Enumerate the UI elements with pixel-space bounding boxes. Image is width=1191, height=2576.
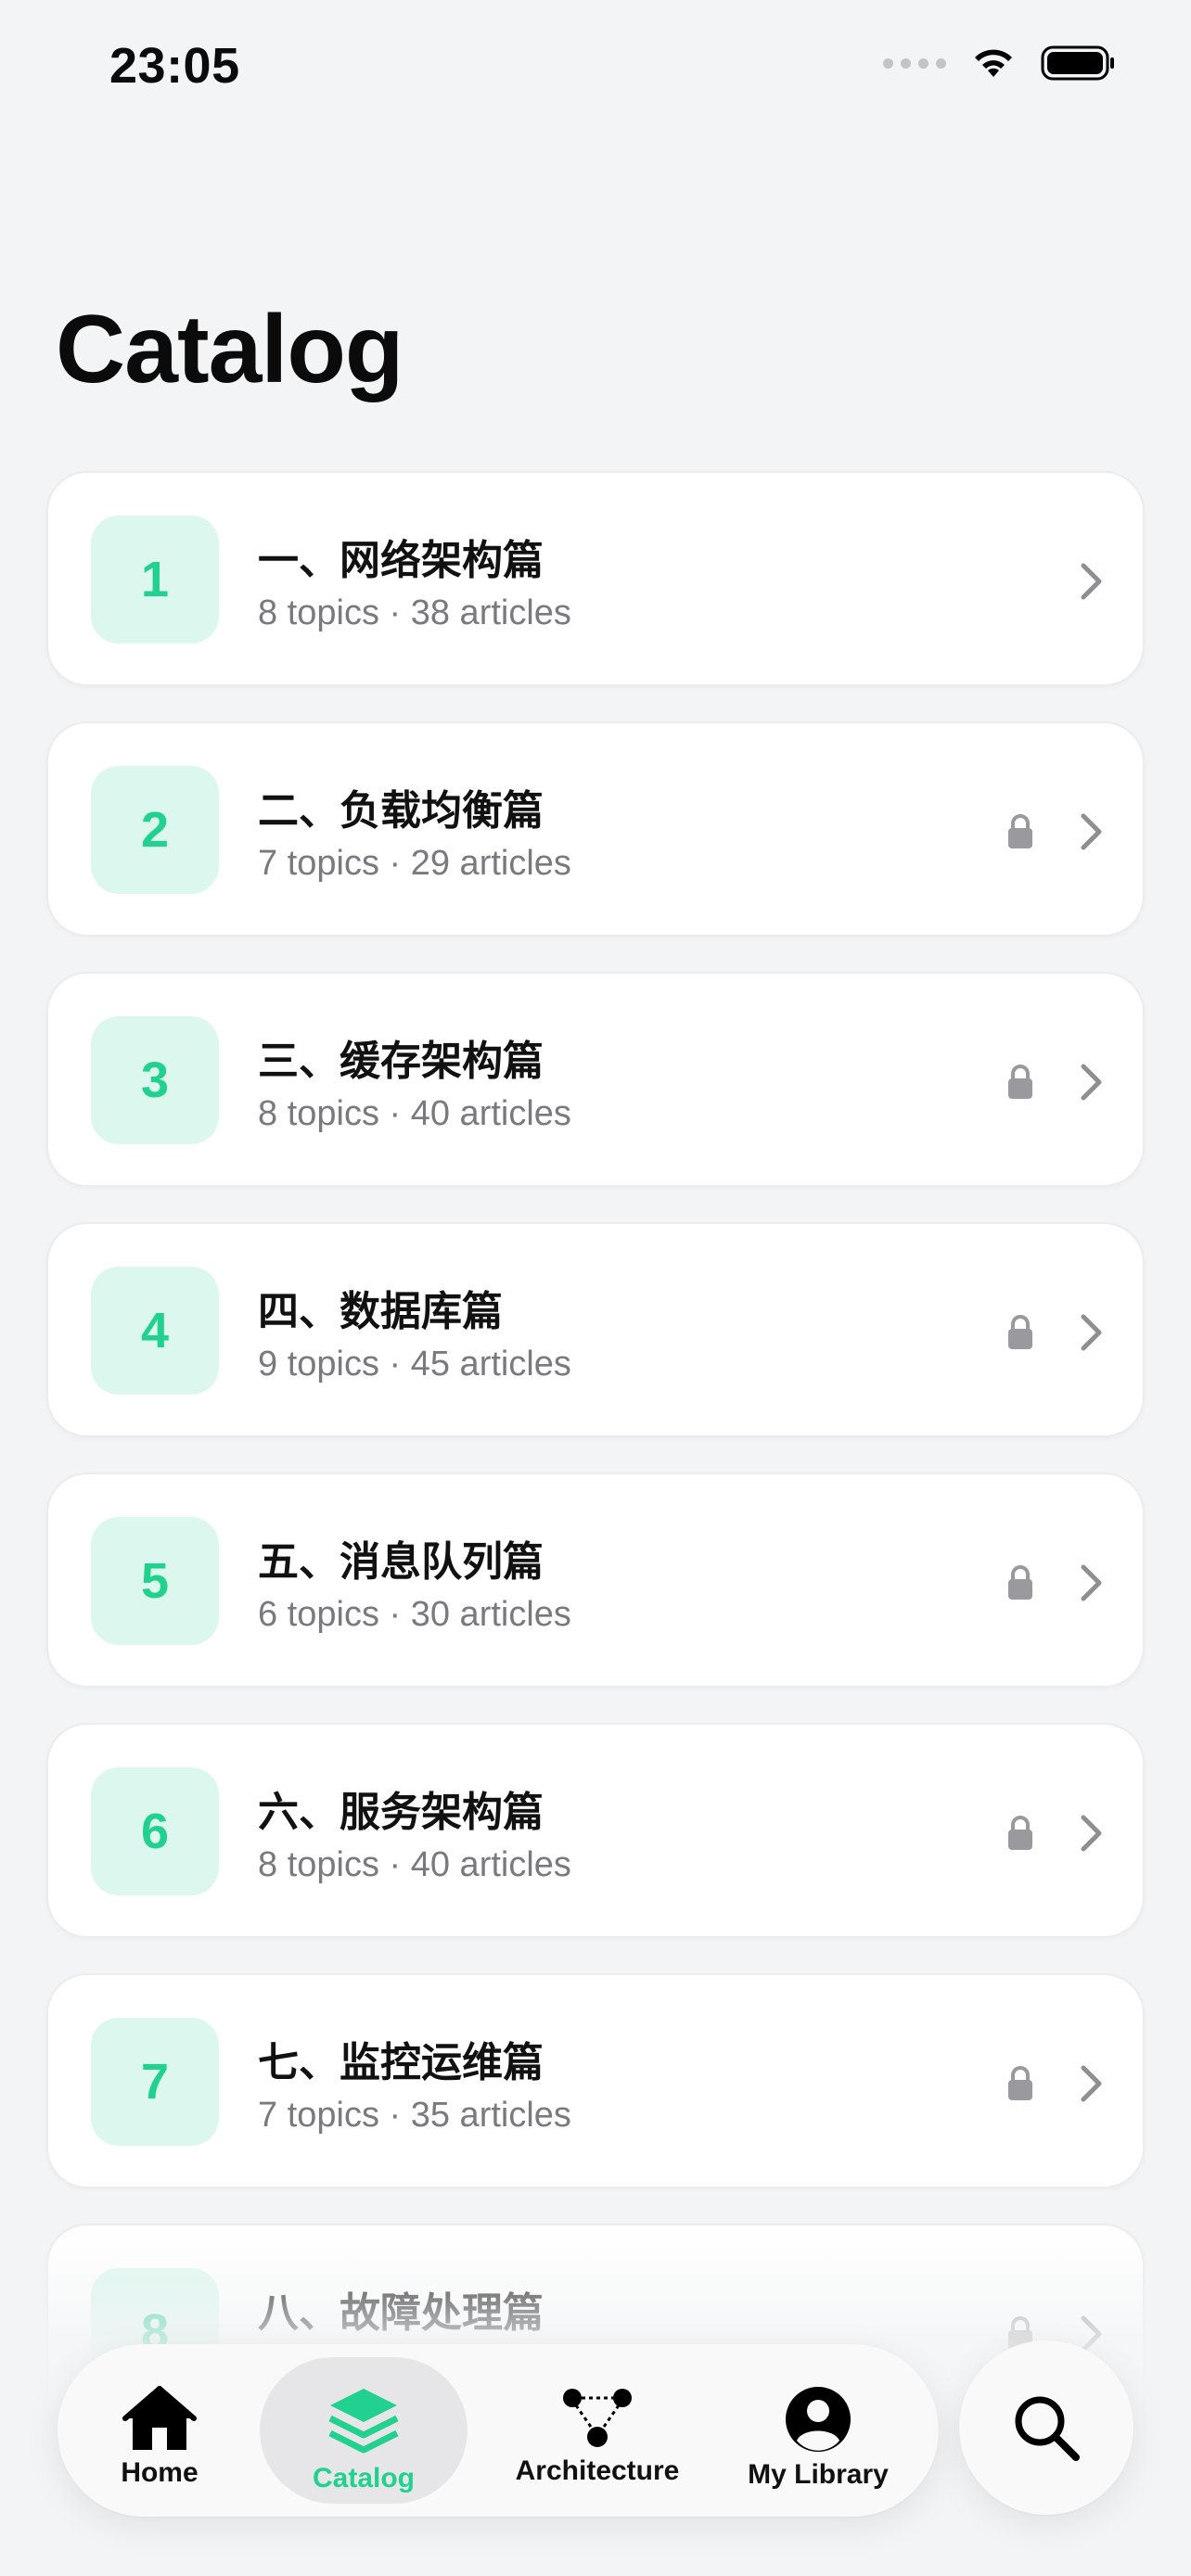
chapter-number-badge: 7 [91, 2018, 219, 2146]
lock-icon [1008, 2066, 1032, 2100]
chapter-title: 八、故障处理篇 [258, 2289, 544, 2337]
tab-catalog-label: Catalog [312, 2463, 415, 2493]
chapter-number-badge: 4 [91, 1267, 219, 1395]
chapter-stats: 6 topics · 30 articles [258, 1595, 571, 1634]
cellular-signal-icon [883, 57, 946, 69]
chevron-right-icon [1081, 1314, 1102, 1351]
tab-home-label: Home [121, 2457, 198, 2488]
chapter-number-badge: 2 [91, 766, 219, 894]
chapter-title: 六、服务架构篇 [258, 1789, 544, 1836]
chapter-stats: 8 topics · 40 articles [258, 1094, 571, 1133]
layers-icon [328, 2389, 399, 2454]
chapter-number-badge: 1 [91, 516, 219, 644]
chapter-title: 五、消息队列篇 [258, 1538, 544, 1586]
chapter-stats: 7 topics · 29 articles [258, 844, 571, 883]
tab-architecture-label: Architecture [515, 2455, 680, 2486]
chapter-title: 三、缓存架构篇 [258, 1038, 544, 1085]
catalog-card[interactable]: 7 七、监控运维篇 7 topics · 35 articles [46, 1973, 1145, 2188]
lock-icon [1008, 1065, 1032, 1099]
chapter-number-badge: 5 [91, 1517, 219, 1645]
tab-bar: Home Catalog Architecture My Library [58, 2344, 939, 2517]
lock-icon [1008, 1315, 1032, 1349]
chevron-right-icon [1081, 563, 1102, 600]
chapter-stats: 9 topics · 45 articles [258, 1345, 571, 1384]
chevron-right-icon [1081, 2315, 1102, 2353]
nodes-icon [563, 2389, 632, 2447]
page-title: Catalog [56, 296, 403, 403]
chapter-number-badge: 3 [91, 1016, 219, 1144]
chapter-stats: 8 topics · 40 articles [258, 1845, 571, 1884]
chapter-stats: 7 topics · 35 articles [258, 2096, 571, 2135]
chapter-title: 二、负载均衡篇 [258, 787, 544, 835]
tab-architecture[interactable]: Architecture [490, 2357, 705, 2504]
catalog-list: 1 一、网络架构篇 8 topics · 38 articles 2 二、负载均… [46, 471, 1145, 2474]
chapter-stats: 8 topics · 38 articles [258, 593, 571, 632]
status-bar: 23:05 [0, 0, 1191, 130]
status-time: 23:05 [109, 38, 240, 94]
lock-icon [1008, 1816, 1032, 1850]
chapter-title: 四、数据库篇 [258, 1288, 503, 1335]
lock-icon [1008, 814, 1032, 848]
battery-icon [1041, 45, 1114, 81]
chevron-right-icon [1081, 813, 1102, 850]
tab-catalog[interactable]: Catalog [260, 2357, 467, 2504]
catalog-card[interactable]: 5 五、消息队列篇 6 topics · 30 articles [46, 1473, 1145, 1688]
chapter-number-badge: 6 [91, 1767, 219, 1895]
search-icon [1015, 2396, 1080, 2461]
tab-my-library-label: My Library [748, 2459, 889, 2490]
chevron-right-icon [1081, 1564, 1102, 1601]
catalog-card[interactable]: 2 二、负载均衡篇 7 topics · 29 articles [46, 721, 1145, 937]
chevron-right-icon [1081, 2065, 1102, 2102]
catalog-card[interactable]: 6 六、服务架构篇 8 topics · 40 articles [46, 1723, 1145, 1938]
status-icons [883, 45, 1117, 82]
catalog-card[interactable]: 4 四、数据库篇 9 topics · 45 articles [46, 1222, 1145, 1437]
catalog-card[interactable]: 3 三、缓存架构篇 8 topics · 40 articles [46, 972, 1145, 1187]
wifi-icon [975, 49, 1012, 77]
chevron-right-icon [1081, 1815, 1102, 1852]
chevron-right-icon [1081, 1064, 1102, 1101]
person-icon [786, 2387, 851, 2452]
chapter-title: 一、网络架构篇 [258, 537, 544, 584]
tab-my-library[interactable]: My Library [724, 2357, 913, 2504]
catalog-card[interactable]: 1 一、网络架构篇 8 topics · 38 articles [46, 471, 1145, 686]
chapter-title: 七、监控运维篇 [258, 2039, 544, 2086]
lock-icon [1008, 1565, 1032, 1600]
search-button[interactable] [959, 2340, 1133, 2515]
home-icon [122, 2386, 197, 2450]
tab-home[interactable]: Home [95, 2357, 224, 2504]
